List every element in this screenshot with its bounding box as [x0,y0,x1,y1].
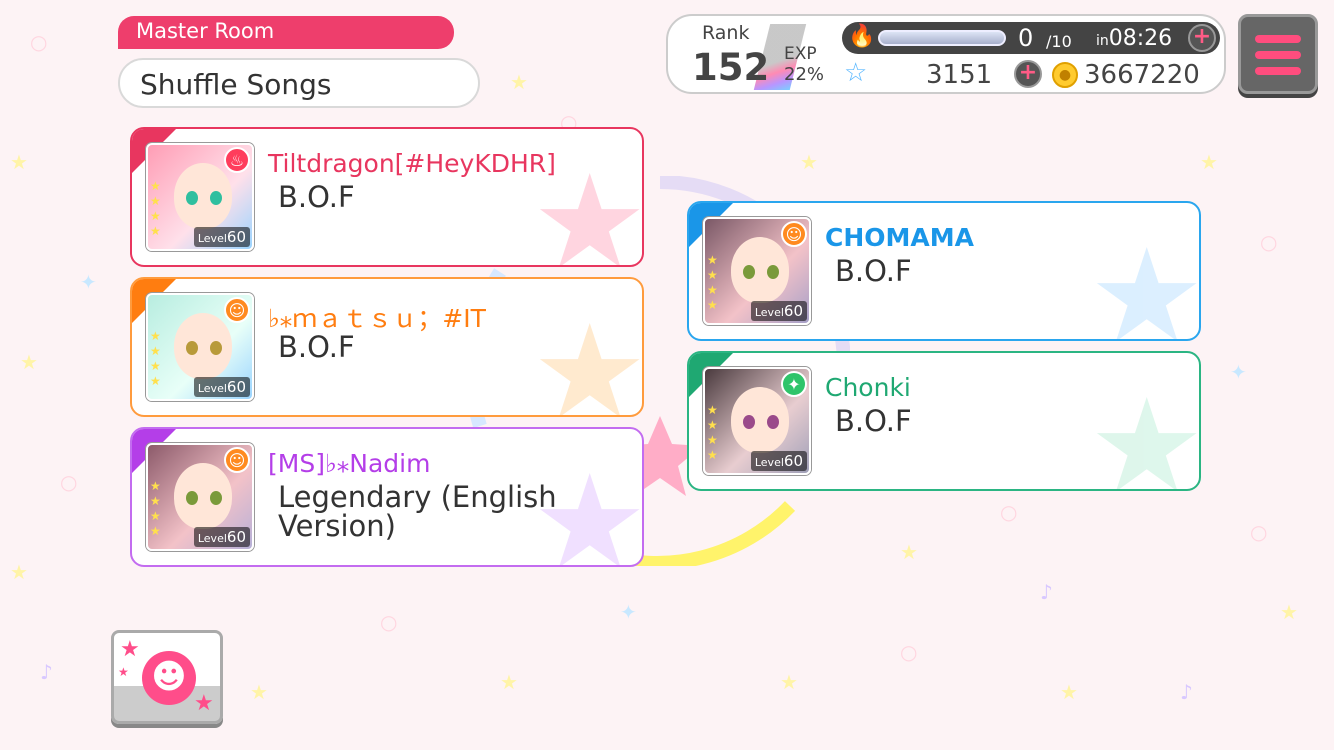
character-face [731,387,789,453]
player-card[interactable]: ★ ☺ ★ ★ ★ ★ Level60 CHOMAMA B.O.F [687,201,1201,341]
card-level: Level60 [750,301,807,321]
song-title: Legendary (English Version) [278,480,557,543]
character-eye [767,265,779,279]
character-eye [210,341,222,355]
room-header: Shuffle Songs Master Room [118,16,480,108]
character-eye [767,415,779,429]
coin-icon: ● [1052,62,1078,88]
rarity-stars: ★ ★ ★ ★ [150,179,161,238]
player-name: Chonki [825,373,911,402]
plus-icon: + [1018,60,1038,85]
happy-attribute-icon: ☺ [224,297,250,323]
character-face [174,313,232,379]
character-eye [186,491,198,505]
song-title: B.O.F [278,180,355,214]
rank-label: Rank [702,22,750,44]
player-card[interactable]: ★ ☺ ★ ★ ★ ★ Level60 [MS]♭⁎Nadim Legendary (… [130,427,644,567]
card-level: Level60 [193,377,250,397]
fire-icon: 🔥 [848,24,876,49]
card-star-decoration: ★ [1088,220,1201,341]
level-label: Level [197,532,227,545]
rarity-stars: ★ ★ ★ ★ [707,403,718,462]
card-portrait: ☺ ★ ★ ★ ★ Level60 [146,443,254,551]
player-name: CHOMAMA [825,223,974,252]
star-decoration-icon: ★ [194,691,214,716]
player-card[interactable]: ★ ♨ ★ ★ ★ ★ Level60 Tiltdragon[#HeyKDHR] B.… [130,127,644,267]
card-portrait: ✦ ★ ★ ★ ★ Level60 [703,367,811,475]
room-name: Shuffle Songs [118,58,480,108]
character-face [174,463,232,529]
stars-value: 3151 [926,60,993,90]
character-face [174,163,232,229]
exp-percent: 22% [784,64,825,85]
happy-attribute-icon: ☺ [781,221,807,247]
add-stamina-button[interactable]: + [1188,24,1216,52]
player-name: [MS]♭⁎Nadim [268,449,431,478]
star-icon: ☆ [844,58,868,88]
card-star-decoration: ★ [531,296,644,417]
level-label: Level [754,306,784,319]
star-decoration-icon: ★ [120,637,140,662]
menu-button[interactable] [1238,14,1318,94]
stamp-button[interactable]: ★ ★ ★ ☻ [111,630,223,724]
rank-value: 152 [692,46,770,89]
star-decoration-icon: ★ [118,665,129,679]
player-name: Tiltdragon[#HeyKDHR] [268,149,556,178]
card-portrait: ☺ ★ ★ ★ ★ Level60 [703,217,811,325]
status-bar: Rank 152 EXP 22% 🔥 0 /10 in08:26 + ☆ 315… [666,14,1226,94]
level-value: 60 [783,302,803,320]
card-portrait: ♨ ★ ★ ★ ★ Level60 [146,143,254,251]
level-value: 60 [226,378,246,396]
level-value: 60 [226,528,246,546]
timer-prefix: in [1096,33,1109,49]
player-card[interactable]: ★ ☺ ★ ★ ★ ★ Level60 ♭⁎ｍａｔｓｕ；#IT B.O.F [130,277,644,417]
stamina-timer: in08:26 [1096,26,1172,51]
character-eye [210,191,222,205]
character-eye [210,491,222,505]
coins-value: 3667220 [1084,60,1200,90]
character-eye [186,341,198,355]
room-tag: Master Room [118,16,454,49]
card-level: Level60 [193,227,250,247]
exp-label: EXP [784,44,817,64]
timer-value: 08:26 [1108,26,1173,51]
rarity-stars: ★ ★ ★ ★ [150,479,161,538]
stamina-gauge [878,30,1006,46]
stamina-value: 0 [1018,24,1034,52]
character-eye [743,265,755,279]
level-label: Level [197,382,227,395]
level-label: Level [197,232,227,245]
smiley-stamp-icon: ☻ [142,651,196,705]
character-face [731,237,789,303]
fire-attribute-icon: ♨ [224,147,250,173]
character-eye [186,191,198,205]
player-card[interactable]: ★ ✦ ★ ★ ★ ★ Level60 Chonki B.O.F [687,351,1201,491]
plus-icon: + [1192,24,1212,49]
pure-attribute-icon: ✦ [781,371,807,397]
card-level: Level60 [193,527,250,547]
rarity-stars: ★ ★ ★ ★ [150,329,161,388]
stamina-max: /10 [1046,32,1072,51]
card-star-decoration: ★ [1088,370,1201,491]
card-portrait: ☺ ★ ★ ★ ★ Level60 [146,293,254,401]
song-title: B.O.F [835,404,912,438]
level-value: 60 [226,228,246,246]
level-label: Level [754,456,784,469]
level-value: 60 [783,452,803,470]
card-level: Level60 [750,451,807,471]
song-title: B.O.F [835,254,912,288]
add-stars-button[interactable]: + [1014,60,1042,88]
happy-attribute-icon: ☺ [224,447,250,473]
stamina-bar: 🔥 0 /10 in08:26 + [842,22,1220,54]
rarity-stars: ★ ★ ★ ★ [707,253,718,312]
song-title: B.O.F [278,330,355,364]
character-eye [743,415,755,429]
